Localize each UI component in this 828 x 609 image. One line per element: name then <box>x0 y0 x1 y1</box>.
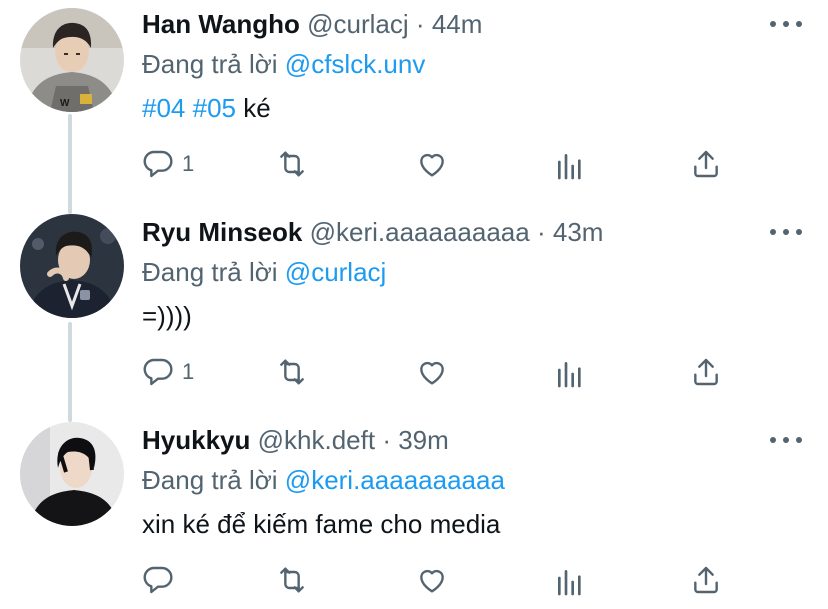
replying-to: Đang trả lời @curlacj <box>142 252 386 292</box>
mention-link[interactable]: @cfslck.unv <box>285 49 426 79</box>
analytics-icon <box>558 154 581 180</box>
avatar[interactable] <box>20 214 124 318</box>
tweet-text: =)))) <box>142 296 192 336</box>
share-button[interactable] <box>690 148 722 180</box>
user-handle[interactable]: @keri.aaaaaaaaaa <box>310 217 530 247</box>
retweet-icon <box>280 567 304 593</box>
more-options-icon[interactable] <box>770 12 802 36</box>
reply-button[interactable]: 1 <box>142 148 194 180</box>
tweet[interactable]: Hyukkyu @khk.deft · 39m Đang trả lời @ke… <box>0 420 828 609</box>
replying-to-label: Đang trả lời <box>142 465 278 495</box>
tweet-text-content: xin ké để kiếm fame cho media <box>142 509 501 539</box>
tweet[interactable]: Ryu Minseok @keri.aaaaaaaaaa · 43m Đang … <box>0 212 828 412</box>
like-button[interactable] <box>416 356 448 388</box>
timestamp[interactable]: 44m <box>432 9 483 39</box>
share-button[interactable] <box>690 564 722 596</box>
like-button[interactable] <box>416 564 448 596</box>
avatar[interactable]: W <box>20 8 124 112</box>
reply-button[interactable] <box>142 564 174 596</box>
retweet-icon <box>280 151 304 177</box>
replying-to: Đang trả lời @cfslck.unv <box>142 44 425 84</box>
display-name[interactable]: Han Wangho <box>142 9 300 39</box>
reply-icon <box>143 566 173 594</box>
display-name[interactable]: Hyukkyu <box>142 425 250 455</box>
tweet-header: Han Wangho @curlacj · 44m <box>142 4 482 44</box>
timestamp[interactable]: 43m <box>553 217 604 247</box>
reply-icon <box>143 150 173 178</box>
analytics-icon <box>558 570 581 596</box>
reply-count: 1 <box>182 151 195 176</box>
like-icon <box>420 153 444 177</box>
analytics-button[interactable] <box>554 150 586 182</box>
share-button[interactable] <box>690 356 722 388</box>
like-icon <box>420 361 444 385</box>
retweet-icon <box>280 359 304 385</box>
mention-link[interactable]: @keri.aaaaaaaaaa <box>285 465 505 495</box>
like-button[interactable] <box>416 148 448 180</box>
retweet-button[interactable] <box>276 148 308 180</box>
analytics-button[interactable] <box>554 566 586 598</box>
reply-button[interactable]: 1 <box>142 356 194 388</box>
hashtag-link[interactable]: #05 <box>193 93 236 123</box>
reply-icon <box>143 358 173 386</box>
more-options-icon[interactable] <box>770 428 802 452</box>
mention-link[interactable]: @curlacj <box>285 257 387 287</box>
avatar[interactable] <box>20 422 124 526</box>
tweet-text: xin ké để kiếm fame cho media <box>142 504 500 544</box>
svg-text:W: W <box>60 98 70 109</box>
share-icon <box>694 358 718 386</box>
user-handle[interactable]: @curlacj <box>307 9 409 39</box>
replying-to-label: Đang trả lời <box>142 257 278 287</box>
tweet-actions <box>0 562 828 602</box>
like-icon <box>420 569 444 593</box>
display-name[interactable]: Ryu Minseok <box>142 217 302 247</box>
timestamp[interactable]: 39m <box>398 425 449 455</box>
separator-dot: · <box>382 425 391 455</box>
tweet-header: Ryu Minseok @keri.aaaaaaaaaa · 43m <box>142 212 603 252</box>
more-options-icon[interactable] <box>770 220 802 244</box>
tweet-actions: 1 <box>0 354 828 394</box>
separator-dot: · <box>415 9 425 39</box>
analytics-button[interactable] <box>554 358 586 390</box>
tweet-header: Hyukkyu @khk.deft · 39m <box>142 420 449 460</box>
hashtag-link[interactable]: #04 <box>142 93 185 123</box>
separator-dot: · <box>536 217 546 247</box>
tweet-actions: 1 <box>0 146 828 186</box>
tweet-text-content: =)))) <box>142 301 192 331</box>
share-icon <box>694 150 718 178</box>
tweet[interactable]: W Han Wangho @curlacj · 44m Đang trả lời… <box>0 4 828 204</box>
user-handle[interactable]: @khk.deft <box>258 425 375 455</box>
retweet-button[interactable] <box>276 564 308 596</box>
retweet-button[interactable] <box>276 356 308 388</box>
reply-count: 1 <box>182 359 195 384</box>
replying-to-label: Đang trả lời <box>142 49 278 79</box>
analytics-icon <box>558 362 581 388</box>
share-icon <box>694 566 718 594</box>
tweet-text-content: ké <box>243 93 271 123</box>
tweet-text: #04 #05 ké <box>142 88 271 128</box>
replying-to: Đang trả lời @keri.aaaaaaaaaa <box>142 460 505 500</box>
